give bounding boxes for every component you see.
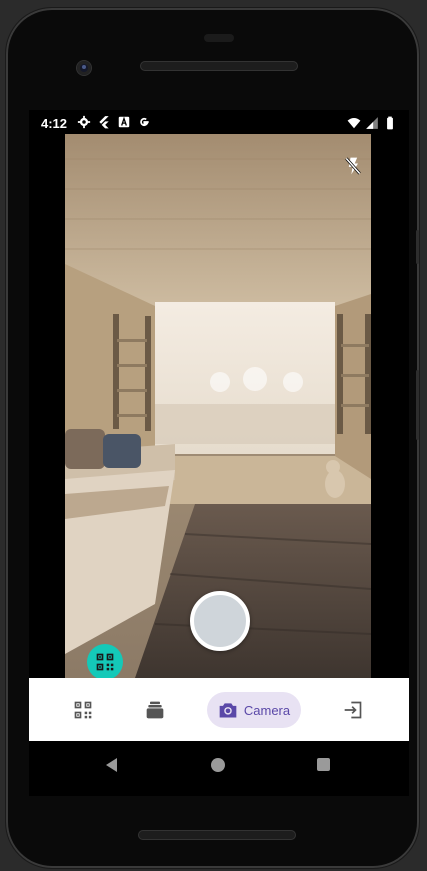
nav-item-camera[interactable]: Camera (207, 692, 301, 728)
settings-icon (77, 115, 91, 129)
qr-scan-fab[interactable] (87, 644, 123, 678)
flash-off-icon[interactable] (343, 156, 363, 176)
bottom-navigation: Camera (29, 678, 409, 741)
google-icon (140, 117, 149, 126)
qr-code-icon (96, 653, 114, 671)
screen: 4:12 Camera (29, 110, 409, 796)
front-camera (77, 61, 91, 75)
qr-code-icon (74, 701, 92, 719)
layers-icon (146, 701, 164, 719)
camera-preview[interactable] (65, 134, 371, 678)
shutter-button[interactable] (190, 591, 250, 651)
recents-icon[interactable] (317, 758, 330, 771)
status-bar: 4:12 (29, 110, 409, 134)
system-navigation-bar (29, 741, 409, 796)
status-time: 4:12 (41, 116, 68, 131)
status-left-icons (77, 115, 151, 129)
nav-camera-label: Camera (243, 702, 291, 718)
flutter-icon (99, 116, 109, 129)
volume-button (416, 370, 419, 440)
home-icon[interactable] (211, 758, 225, 772)
status-right-icons (347, 116, 397, 130)
sensor-slot (204, 34, 234, 42)
nav-item-qr[interactable] (71, 692, 95, 728)
earpiece (140, 61, 298, 71)
back-icon[interactable] (104, 757, 120, 773)
phone-frame: 4:12 Camera (6, 8, 419, 868)
wifi-icon (347, 118, 361, 129)
nav-item-layers[interactable] (143, 692, 167, 728)
nav-item-exit[interactable] (341, 692, 365, 728)
power-button (416, 230, 419, 264)
speaker-grille (138, 830, 296, 840)
battery-icon (387, 116, 393, 130)
signal-icon (366, 117, 378, 129)
exit-icon (344, 701, 362, 719)
a-icon (118, 116, 130, 128)
camera-icon (219, 703, 237, 718)
